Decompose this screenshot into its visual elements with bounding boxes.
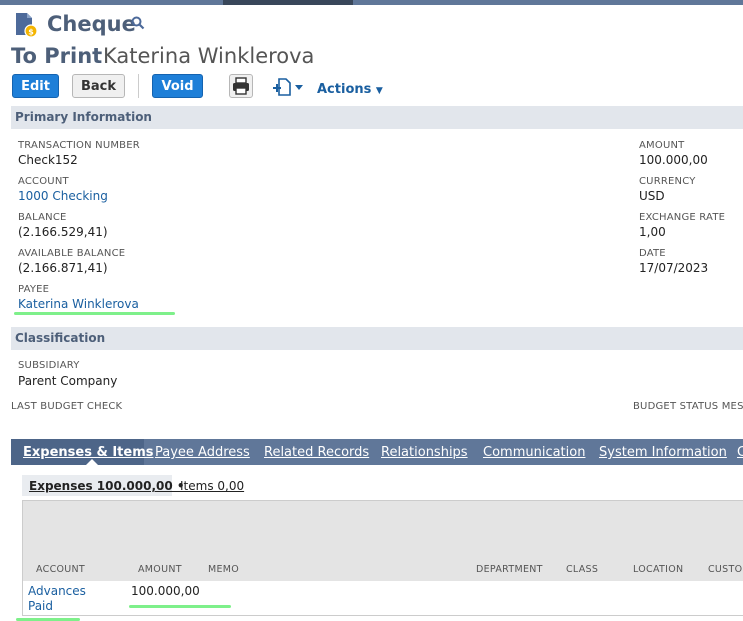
row-account-link[interactable]: Advances Paid <box>28 584 98 614</box>
column-header-memo[interactable]: MEMO <box>208 564 239 575</box>
actions-label: Actions <box>317 82 372 97</box>
balance-label: BALANCE <box>18 212 67 223</box>
account-label: ACCOUNT <box>18 176 69 187</box>
subsidiary-value: Parent Company <box>18 374 118 388</box>
account-link[interactable]: 1000 Checking <box>18 189 108 203</box>
currency-value: USD <box>639 189 665 203</box>
void-button[interactable]: Void <box>152 74 203 98</box>
payee-highlight <box>14 312 175 315</box>
payee-link[interactable]: Katerina Winklerova <box>18 297 139 311</box>
column-header-amount[interactable]: AMOUNT <box>138 564 182 575</box>
printer-icon <box>233 77 249 95</box>
top-accent-bar <box>0 0 743 5</box>
record-name: Katerina Winklerova <box>103 44 315 68</box>
tab-relationships[interactable]: Relationships <box>381 445 468 460</box>
amount-value: 100.000,00 <box>639 153 708 167</box>
tab-related-records[interactable]: Related Records <box>264 445 369 460</box>
tab-overflow[interactable]: C <box>737 445 743 460</box>
column-header-department[interactable]: DEPARTMENT <box>476 564 543 575</box>
date-value: 17/07/2023 <box>639 261 709 275</box>
page-title: Cheque <box>47 12 136 36</box>
tab-expenses-items[interactable]: Expenses & Items <box>23 445 153 460</box>
subsidiary-label: SUBSIDIARY <box>18 360 80 371</box>
currency-label: CURRENCY <box>639 176 696 187</box>
tab-payee-address[interactable]: Payee Address <box>155 445 250 460</box>
back-button[interactable]: Back <box>72 74 125 98</box>
budget-status-label: BUDGET STATUS MESS <box>633 401 743 412</box>
subtab-items[interactable]: Items 0,00 <box>180 479 244 493</box>
column-header-location[interactable]: LOCATION <box>633 564 683 575</box>
actions-menu[interactable]: Actions ▼ <box>317 82 383 97</box>
exchange-rate-label: EXCHANGE RATE <box>639 212 726 223</box>
amount-label: AMOUNT <box>639 140 685 151</box>
payee-label: PAYEE <box>18 284 50 295</box>
tab-pointer <box>86 459 98 465</box>
transaction-number-value: Check152 <box>18 153 78 167</box>
tab-communication[interactable]: Communication <box>483 445 585 460</box>
primary-information-header[interactable]: Primary Information <box>11 106 743 129</box>
tab-system-information[interactable]: System Information <box>599 445 727 460</box>
available-balance-label: AVAILABLE BALANCE <box>18 248 126 259</box>
chevron-down-icon: ▼ <box>375 86 383 96</box>
print-button[interactable] <box>229 74 253 98</box>
toolbar-divider <box>138 74 139 98</box>
balance-value: (2.166.529,41) <box>18 225 108 239</box>
column-header-account[interactable]: ACCOUNT <box>36 564 85 575</box>
column-header-class[interactable]: CLASS <box>566 564 598 575</box>
record-status: To Print <box>11 44 103 68</box>
row-amount-value: 100.000,00 <box>131 584 200 598</box>
search-icon[interactable] <box>131 16 145 30</box>
classification-header[interactable]: Classification <box>11 327 743 350</box>
amount-highlight <box>129 605 231 608</box>
transaction-number-label: TRANSACTION NUMBER <box>18 140 140 151</box>
exchange-rate-value: 1,00 <box>639 225 666 239</box>
edit-button[interactable]: Edit <box>12 74 59 98</box>
svg-text:$: $ <box>28 28 34 37</box>
top-accent-active <box>223 0 353 5</box>
new-document-icon[interactable] <box>272 78 304 96</box>
cheque-doc-icon: $ <box>16 13 38 38</box>
date-label: DATE <box>639 248 666 259</box>
subtab-expenses[interactable]: Expenses 100.000,00 • <box>29 479 185 493</box>
available-balance-value: (2.166.871,41) <box>18 261 108 275</box>
column-header-custom[interactable]: CUSTOM <box>708 564 743 575</box>
last-budget-check-label: LAST BUDGET CHECK <box>11 401 123 412</box>
